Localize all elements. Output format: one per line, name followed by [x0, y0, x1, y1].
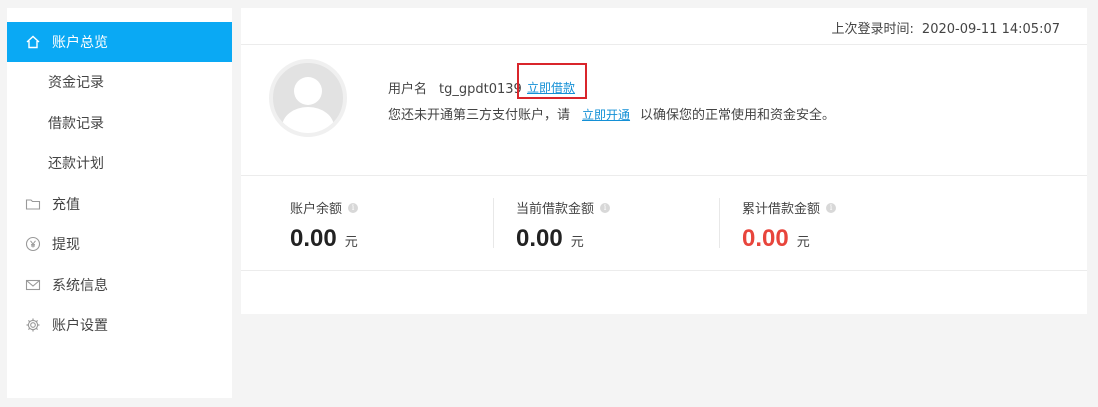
last-login-bar: 上次登录时间: 2020-09-11 14:05:07 [241, 8, 1087, 45]
stat-unit: 元 [796, 235, 810, 250]
username-value: tg_gpdt0139 [439, 82, 522, 97]
stat-current-loan: 当前借款金额 i 0.00 元 [516, 198, 611, 253]
stat-value: 0.00 [742, 225, 789, 252]
info-icon[interactable]: i [826, 202, 837, 213]
stat-total-loan: 累计借款金额 i 0.00 元 [742, 198, 837, 253]
last-login-info: 上次登录时间: 2020-09-11 14:05:07 [832, 18, 1060, 37]
last-login-time: 2020-09-11 14:05:07 [921, 22, 1060, 37]
sidebar-item-label: 系统信息 [52, 278, 108, 294]
stat-unit: 元 [344, 235, 358, 250]
sidebar-item-label: 资金记录 [48, 75, 104, 91]
stat-label: 账户余额 [290, 202, 343, 217]
username-row: 用户名 tg_gpdt0139 [388, 78, 522, 97]
last-login-label: 上次登录时间: [831, 22, 914, 37]
sidebar-item-label: 借款记录 [48, 116, 104, 132]
sidebar-item-label: 提现 [52, 237, 80, 253]
sidebar-item-account-overview[interactable]: 账户总览 [7, 22, 232, 62]
mail-icon [25, 277, 41, 293]
stat-value: 0.00 [290, 225, 337, 252]
stat-separator [493, 198, 494, 248]
sidebar-item-system-messages[interactable]: 系统信息 [7, 265, 232, 305]
sidebar-item-loan-records[interactable]: 借款记录 [7, 103, 232, 143]
home-icon [25, 34, 41, 50]
sidebar-item-fund-records[interactable]: 资金记录 [7, 62, 232, 102]
stat-account-balance: 账户余额 i 0.00 元 [290, 198, 359, 253]
yen-coin-icon [25, 236, 41, 252]
notice-suffix: 以确保您的正常使用和资金安全。 [640, 108, 836, 123]
user-silhouette-icon [282, 77, 334, 133]
sidebar-item-account-settings[interactable]: 账户设置 [7, 305, 232, 345]
stat-unit: 元 [570, 235, 584, 250]
stat-separator [719, 198, 720, 248]
info-icon[interactable]: i [600, 202, 611, 213]
sidebar: 账户总览 资金记录 借款记录 还款计划 充值 提现 系统信息 账户设置 [7, 8, 232, 398]
sidebar-item-label: 账户总览 [52, 35, 108, 51]
account-overview-panel: 上次登录时间: 2020-09-11 14:05:07 用户名 tg_gpdt013… [241, 8, 1087, 314]
stat-value: 0.00 [516, 225, 563, 252]
payment-account-notice: 您还未开通第三方支付账户，请 立即开通 以确保您的正常使用和资金安全。 [388, 104, 835, 123]
avatar [269, 59, 347, 137]
notice-prefix: 您还未开通第三方支付账户，请 [388, 108, 571, 123]
divider [241, 175, 1087, 176]
stat-label: 累计借款金额 [742, 202, 821, 217]
info-icon[interactable]: i [348, 202, 359, 213]
stat-label: 当前借款金额 [516, 202, 595, 217]
sidebar-item-repayment-plan[interactable]: 还款计划 [7, 143, 232, 183]
sidebar-item-label: 充值 [52, 197, 80, 213]
sidebar-item-recharge[interactable]: 充值 [7, 184, 232, 224]
sidebar-item-label: 还款计划 [48, 156, 104, 172]
divider [241, 270, 1087, 271]
folder-icon [25, 196, 41, 212]
open-account-link[interactable]: 立即开通 [582, 108, 630, 122]
borrow-now-link[interactable]: 立即借款 [527, 79, 575, 96]
sidebar-item-withdraw[interactable]: 提现 [7, 224, 232, 264]
gear-icon [25, 317, 41, 333]
username-label: 用户名 [388, 82, 428, 97]
sidebar-item-label: 账户设置 [52, 318, 108, 334]
